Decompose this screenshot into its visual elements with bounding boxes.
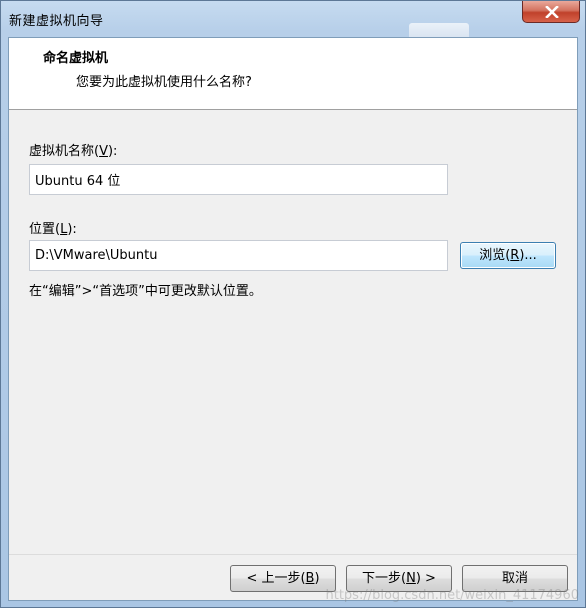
wizard-header: 命名虚拟机 您要为此虚拟机使用什么名称? [9,38,577,110]
next-button[interactable]: 下一步(N) > [346,565,452,592]
vm-name-label: 虚拟机名称(V): [29,144,118,159]
page-subtitle: 您要为此虚拟机使用什么名称? [76,75,252,90]
wizard-window: 新建虚拟机向导 命名虚拟机 您要为此虚拟机使用什么名称? 虚拟机名称(V): 位… [0,0,586,608]
wizard-body: 命名虚拟机 您要为此虚拟机使用什么名称? 虚拟机名称(V): 位置(L): 浏览… [8,37,578,601]
location-hint: 在“编辑”>“首选项”中可更改默认位置。 [29,284,262,299]
location-label: 位置(L): [29,222,77,237]
footer-divider [9,554,577,555]
cancel-button[interactable]: 取消 [462,565,568,592]
close-icon [545,6,559,18]
close-button[interactable] [522,1,580,23]
browse-button[interactable]: 浏览(R)... [460,242,556,269]
title-bar[interactable]: 新建虚拟机向导 [1,1,585,37]
page-title: 命名虚拟机 [43,51,109,66]
window-title: 新建虚拟机向导 [9,14,104,29]
background-window-tab [409,23,469,37]
location-input[interactable] [29,240,448,271]
back-button[interactable]: < 上一步(B) [230,565,336,592]
vm-name-input[interactable] [29,164,448,195]
